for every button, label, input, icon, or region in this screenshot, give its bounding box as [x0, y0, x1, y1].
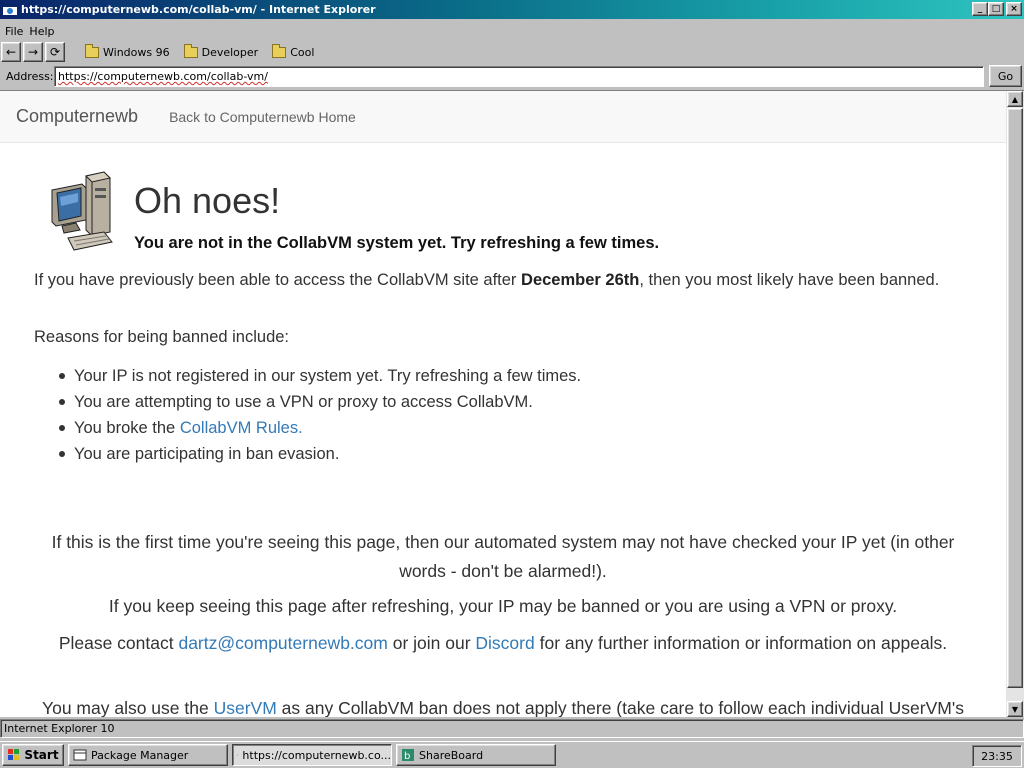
computer-icon — [51, 171, 113, 251]
banned-paragraph: If you have previously been able to acce… — [34, 271, 940, 289]
favorite-cool[interactable]: Cool — [272, 43, 314, 59]
menu-file[interactable]: File — [2, 25, 26, 38]
title-bar: https://computernewb.com/collab-vm/ - In… — [0, 0, 1024, 19]
contact-paragraph: Please contact dartz@computernewb.com or… — [58, 633, 948, 653]
address-input[interactable]: https://computernewb.com/collab-vm/ — [54, 66, 984, 87]
date-highlight: December 26th — [521, 271, 640, 289]
start-button[interactable]: Start — [2, 744, 64, 766]
list-item: Your IP is not registered in our system … — [58, 363, 581, 389]
first-time-notice: If this is the first time you're seeing … — [51, 532, 955, 581]
page-viewport: Computernewb Back to Computernewb Home O… — [0, 90, 1024, 717]
address-label: Address: — [6, 69, 54, 83]
discord-link[interactable]: Discord — [475, 633, 534, 653]
folder-icon — [183, 43, 198, 58]
page-subheading: You are not in the CollabVM system yet. … — [134, 234, 660, 252]
refresh-button[interactable]: ⟳ — [45, 42, 65, 62]
uservm-link[interactable]: UserVM — [214, 698, 277, 717]
down-arrow-icon: ▼ — [1011, 704, 1019, 714]
site-brand-link[interactable]: Computernewb — [16, 106, 138, 127]
keep-seeing-notice: If you keep seeing this page after refre… — [108, 596, 898, 616]
back-button[interactable]: ← — [1, 42, 21, 62]
clock: 23:35 — [972, 745, 1022, 767]
forward-arrow-icon: → — [27, 45, 39, 59]
page-heading: Oh noes! — [134, 180, 281, 221]
taskbar-item-browser[interactable]: https://computernewb.co... — [232, 744, 392, 766]
go-button[interactable]: Go — [989, 65, 1022, 87]
refresh-icon: ⟳ — [49, 45, 61, 59]
shareboard-icon: b — [402, 749, 414, 762]
vertical-scrollbar[interactable]: ▲ ▼ — [1006, 91, 1024, 717]
window-title: https://computernewb.com/collab-vm/ - In… — [21, 3, 376, 16]
address-url: https://computernewb.com/collab-vm/ — [58, 70, 268, 83]
reasons-intro: Reasons for being banned include: — [34, 328, 290, 346]
close-button[interactable]: × — [1006, 2, 1022, 16]
email-link[interactable]: dartz@computernewb.com — [178, 633, 387, 653]
reasons-list: Your IP is not registered in our system … — [58, 363, 581, 467]
svg-text:b: b — [404, 751, 410, 762]
forward-button[interactable]: → — [23, 42, 43, 62]
scroll-thumb[interactable] — [1007, 108, 1023, 688]
favorite-developer[interactable]: Developer — [183, 43, 258, 59]
taskbar-item-shareboard[interactable]: b ShareBoard — [396, 744, 556, 766]
list-item: You are participating in ban evasion. — [58, 441, 581, 467]
taskbar: Start Package Manager https://computerne… — [0, 741, 1024, 768]
collabvm-rules-link[interactable]: CollabVM Rules. — [180, 419, 303, 437]
back-home-link[interactable]: Back to Computernewb Home — [169, 109, 356, 125]
minimize-button[interactable]: _ — [972, 2, 988, 16]
up-arrow-icon: ▲ — [1011, 94, 1019, 104]
address-bar: Address: https://computernewb.com/collab… — [0, 64, 1024, 88]
maximize-button[interactable]: □ — [988, 2, 1004, 16]
status-text: Internet Explorer 10 — [4, 722, 115, 735]
folder-icon — [272, 43, 287, 58]
list-item: You broke the CollabVM Rules. — [58, 415, 581, 441]
taskbar-item-package-manager[interactable]: Package Manager — [68, 744, 228, 766]
uservm-paragraph: You may also use the UserVM as any Colla… — [42, 698, 964, 717]
list-item: You are attempting to use a VPN or proxy… — [58, 389, 581, 415]
favorite-windows96[interactable]: Windows 96 — [85, 43, 170, 59]
status-bar: Internet Explorer 10 — [0, 719, 1024, 738]
site-navbar: Computernewb Back to Computernewb Home — [0, 91, 1006, 143]
toolbar: ← → ⟳ Windows 96 Developer Cool — [0, 41, 1024, 63]
internet-explorer-icon — [3, 3, 17, 15]
scroll-down-button[interactable]: ▼ — [1007, 701, 1023, 717]
menu-help[interactable]: Help — [26, 25, 57, 38]
folder-icon — [85, 43, 99, 58]
windows-logo-icon — [8, 749, 20, 760]
menu-bar: File Help — [0, 21, 1024, 41]
internet-explorer-icon — [237, 754, 239, 756]
scroll-up-button[interactable]: ▲ — [1007, 91, 1023, 107]
package-icon — [73, 749, 87, 761]
back-arrow-icon: ← — [5, 45, 17, 59]
